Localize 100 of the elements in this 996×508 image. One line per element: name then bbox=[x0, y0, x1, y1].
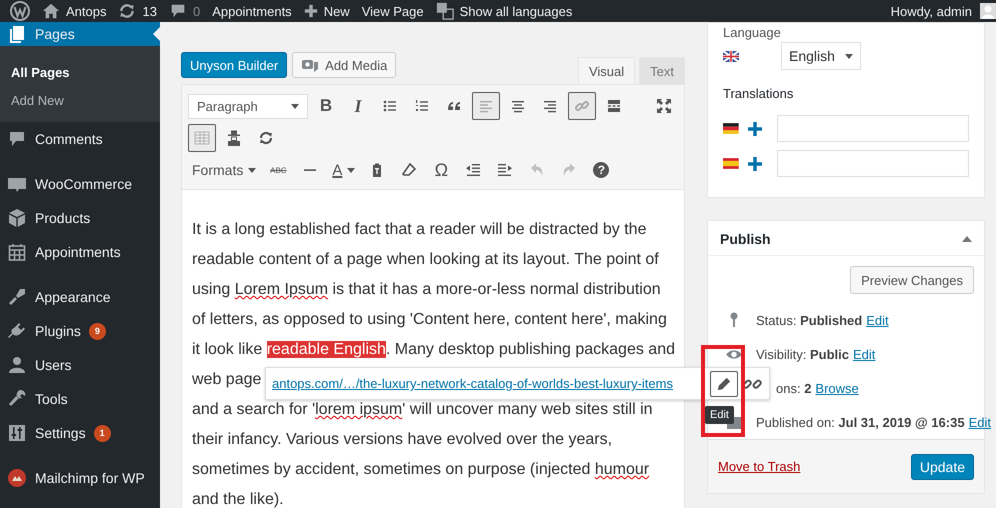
menu-item[interactable]: Settings 1 bbox=[0, 416, 160, 450]
collapse-arrow-icon[interactable] bbox=[962, 236, 972, 242]
count-badge: 9 bbox=[88, 322, 106, 340]
pages-icon bbox=[7, 24, 27, 44]
text-line: their infancy. Various versions have evolved over the years, bbox=[192, 430, 612, 450]
admin-bar-home-link[interactable]: Antops bbox=[42, 2, 106, 20]
admin-bar-new-link[interactable]: New bbox=[304, 4, 350, 18]
text-line: using Lorem Ipsum is that it has a more-or-less normal distribution bbox=[192, 280, 661, 300]
language-select[interactable]: English bbox=[781, 42, 861, 70]
plugins-icon bbox=[7, 321, 27, 341]
home-icon bbox=[42, 2, 60, 20]
menu-item[interactable]: Tools bbox=[0, 382, 160, 416]
align-left-button[interactable] bbox=[472, 92, 500, 120]
panel-title: Publish bbox=[720, 231, 771, 247]
admin-bar-comments-link[interactable]: 0 bbox=[168, 2, 200, 20]
link-button[interactable] bbox=[568, 92, 596, 120]
add-icon[interactable] bbox=[748, 156, 762, 170]
es-flag-icon bbox=[723, 158, 739, 169]
text-line: web page bbox=[192, 370, 262, 390]
text-line: and a search for 'lorem ipsum' will uncover many web sites still in bbox=[192, 400, 653, 420]
refresh-icon bbox=[258, 130, 274, 146]
users-icon bbox=[7, 355, 27, 375]
menu-item[interactable]: Plugins 9 bbox=[0, 314, 160, 348]
caret-icon bbox=[845, 54, 853, 58]
strikethrough-button[interactable]: ABC bbox=[264, 156, 292, 184]
detail-link[interactable]: Browse bbox=[815, 380, 859, 396]
add-icon[interactable] bbox=[748, 122, 762, 136]
admin-bar-link[interactable]: Appointments bbox=[212, 4, 292, 18]
admin-bar-updates-link[interactable]: 13 bbox=[118, 2, 157, 20]
table-icon bbox=[194, 130, 210, 146]
translate-icon bbox=[436, 2, 454, 20]
align-center-icon bbox=[510, 98, 526, 114]
panel-title: Language bbox=[723, 25, 782, 40]
publish-detail: Status: Published bbox=[756, 312, 862, 328]
menu-item[interactable]: Pages bbox=[0, 22, 160, 46]
caret-icon bbox=[291, 104, 299, 108]
menu-item[interactable]: Appearance bbox=[0, 280, 160, 314]
menu-item[interactable]: Comments bbox=[0, 122, 160, 156]
admin-bar-link[interactable]: View Page bbox=[362, 4, 424, 18]
indent-icon bbox=[497, 162, 514, 178]
clear-formatting-icon bbox=[401, 162, 418, 178]
refresh-icon bbox=[118, 2, 136, 20]
menu-item[interactable]: Appointments bbox=[0, 235, 160, 269]
italic-button[interactable]: I bbox=[344, 92, 372, 120]
special-character-button[interactable]: Ω bbox=[427, 156, 456, 184]
tooltip: Edit bbox=[705, 406, 734, 424]
comment-icon bbox=[168, 2, 187, 20]
horizontal-line-icon bbox=[303, 169, 318, 171]
detail-link[interactable]: Edit bbox=[866, 312, 889, 328]
table-button[interactable] bbox=[188, 124, 216, 152]
menu-item[interactable]: WooCommerce bbox=[0, 167, 160, 201]
account-menu[interactable]: Howdy, admin bbox=[890, 3, 996, 19]
update-button[interactable]: Update bbox=[910, 454, 974, 480]
editor-tab[interactable]: Visual bbox=[578, 57, 636, 85]
detail-link[interactable]: Edit bbox=[968, 414, 991, 430]
move-to-trash-link[interactable]: Move to Trash bbox=[718, 459, 800, 474]
eye-icon bbox=[726, 348, 742, 360]
add-media-button[interactable]: Add Media bbox=[292, 52, 396, 78]
caret-icon bbox=[347, 168, 356, 172]
submenu-item[interactable]: All Pages bbox=[0, 58, 160, 86]
text-line: of letters, as opposed to using 'Content here, content here', making bbox=[192, 310, 667, 330]
bold-button[interactable]: B bbox=[312, 92, 340, 120]
inline-link[interactable]: readable English bbox=[266, 341, 386, 358]
products-icon bbox=[7, 208, 27, 228]
link-icon bbox=[574, 98, 590, 114]
text-line: readable content of a page when looking at its layout. The point of bbox=[192, 250, 659, 270]
text-line: it look like readable English. Many desktop publishing packages and bbox=[192, 340, 675, 360]
submenu-item[interactable]: Add New bbox=[0, 86, 160, 114]
detail-link[interactable]: Edit bbox=[852, 346, 876, 362]
menu-item[interactable]: Mailchimp for WP bbox=[0, 461, 160, 495]
text-color-button[interactable]: A bbox=[328, 156, 360, 184]
translation-field[interactable] bbox=[776, 115, 969, 142]
wordpress-logo-icon[interactable] bbox=[10, 1, 30, 21]
help-button[interactable]: ? bbox=[587, 156, 616, 184]
caret-icon bbox=[248, 168, 256, 172]
fullscreen-icon bbox=[656, 98, 672, 114]
builder-button[interactable]: Unyson Builder bbox=[181, 52, 288, 78]
count-badge: 1 bbox=[94, 424, 111, 442]
plus-icon bbox=[304, 4, 318, 18]
uk-flag-icon bbox=[723, 50, 739, 62]
avatar-icon bbox=[980, 3, 996, 19]
admin-bar-translate-link[interactable]: Show all languages bbox=[436, 2, 572, 20]
read-more-icon bbox=[606, 98, 622, 114]
publish-detail: ons: 2 bbox=[776, 380, 812, 396]
translation-field[interactable] bbox=[776, 150, 969, 177]
text-line: sometimes by accident, sometimes on purpose (injected humour bbox=[192, 460, 650, 480]
link-url[interactable]: antops.com/…/the-luxury-network-catalog-of-worlds-best-luxury-items bbox=[272, 376, 700, 391]
person-hat-icon bbox=[226, 130, 242, 146]
align-left-icon bbox=[478, 98, 494, 114]
preview-changes-button[interactable]: Preview Changes bbox=[850, 266, 974, 294]
formats-menu[interactable]: Formats bbox=[188, 156, 260, 184]
paragraph-select[interactable]: Paragraph bbox=[188, 94, 308, 118]
appearance-icon bbox=[7, 287, 27, 307]
bullet-list-icon bbox=[382, 98, 398, 114]
edit-link-button[interactable] bbox=[710, 370, 738, 396]
align-right-icon bbox=[542, 98, 558, 114]
numbered-list-icon bbox=[414, 98, 430, 114]
menu-item[interactable]: Users bbox=[0, 348, 160, 382]
menu-item[interactable]: Products bbox=[0, 201, 160, 235]
outdent-icon bbox=[465, 162, 482, 178]
